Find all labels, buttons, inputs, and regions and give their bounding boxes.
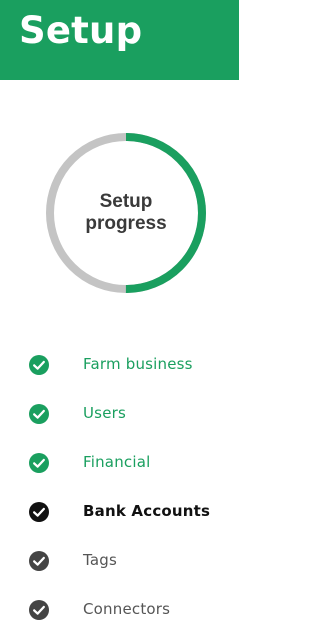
step-label: Tags — [83, 551, 118, 569]
step-bank-accounts[interactable]: Bank Accounts — [0, 494, 239, 543]
step-connectors[interactable]: Connectors — [0, 592, 239, 641]
step-label: Farm business — [83, 355, 193, 373]
progress-label-line2: progress — [85, 213, 167, 234]
check-circle-icon — [29, 551, 49, 571]
setup-steps-list: Farm business Users Financial Bank Accou… — [0, 347, 239, 641]
step-label: Users — [83, 404, 127, 422]
step-financial[interactable]: Financial — [0, 445, 239, 494]
check-circle-icon — [29, 502, 49, 522]
progress-label-line1: Setup — [99, 191, 153, 212]
progress-label: Setup progress — [45, 130, 207, 296]
setup-header: Setup — [0, 0, 239, 80]
setup-progress-ring: Setup progress — [45, 130, 207, 296]
step-farm-business[interactable]: Farm business — [0, 347, 239, 396]
step-tags[interactable]: Tags — [0, 543, 239, 592]
step-label: Financial — [83, 453, 151, 471]
check-circle-icon — [29, 355, 49, 375]
step-users[interactable]: Users — [0, 396, 239, 445]
step-label: Connectors — [83, 600, 171, 618]
step-label: Bank Accounts — [83, 502, 211, 520]
check-circle-icon — [29, 404, 49, 424]
page-title: Setup — [19, 9, 143, 52]
check-circle-icon — [29, 600, 49, 620]
check-circle-icon — [29, 453, 49, 473]
